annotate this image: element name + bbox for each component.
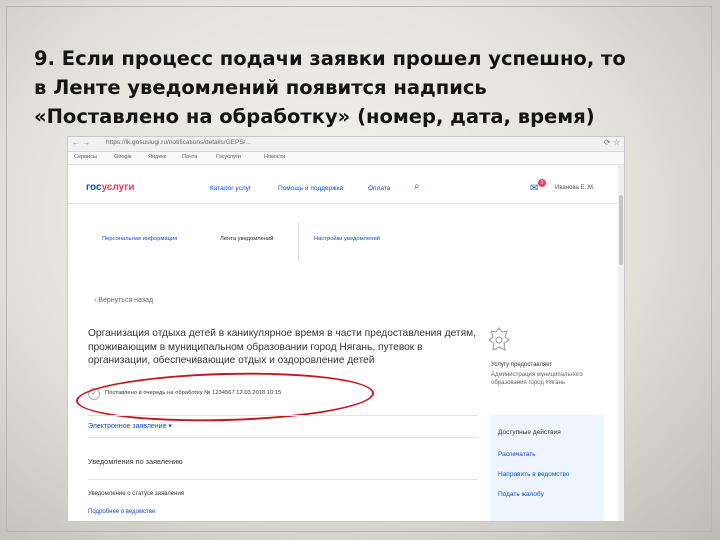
provider-name: Администрация муниципального образования…	[491, 372, 583, 386]
mail-badge: 3	[538, 179, 546, 187]
electronic-application-link[interactable]: Электронное заявление ▾	[88, 422, 172, 430]
highlight-ellipse	[75, 369, 375, 425]
heading-tail: (номер, дата, время)	[350, 105, 595, 128]
divider	[88, 479, 478, 480]
action-send[interactable]: Направить в ведомство	[498, 471, 570, 478]
bookmark-item[interactable]: Почта	[182, 154, 197, 160]
actions-panel: Доступные действия Распечатать Направить…	[490, 415, 604, 521]
service-title: Организация отдыха детей в каникулярное …	[88, 328, 476, 366]
tab-divider	[298, 222, 299, 262]
tab-notification-settings[interactable]: Настройки уведомлений	[314, 236, 380, 242]
scrollbar[interactable]	[618, 165, 624, 521]
action-print[interactable]: Распечатать	[498, 451, 536, 458]
site-logo[interactable]: госуслуги	[86, 182, 135, 193]
reload-icon[interactable]: ⟳ ☆	[604, 138, 620, 147]
application-notifications-heading[interactable]: Уведомления по заявлению	[88, 457, 183, 466]
logo-main: гос	[86, 182, 102, 193]
divider	[88, 437, 478, 438]
mail-icon[interactable]: ✉	[530, 183, 538, 194]
actions-title: Доступные действия	[498, 429, 561, 436]
divider	[88, 415, 478, 416]
heading-highlight: Поставлено на обработку	[46, 105, 338, 128]
search-icon[interactable]: ⌕	[414, 181, 420, 192]
heading-open-quote: «	[34, 105, 47, 128]
back-icon[interactable]: ← →	[72, 138, 90, 147]
bookmark-item[interactable]: Госуслуги	[216, 154, 241, 160]
back-link[interactable]: ‹ Вернуться назад	[94, 297, 153, 304]
nav-catalog[interactable]: Каталог услуг	[210, 185, 251, 192]
user-name[interactable]: Иванова Е. М.	[555, 185, 595, 191]
heading-line-2: в Ленте уведомлений появится надпись	[34, 76, 487, 99]
address-bar[interactable]: ← → https://lk.gosuslugi.ru/notification…	[68, 137, 624, 152]
browser-screenshot: ← → https://lk.gosuslugi.ru/notification…	[67, 136, 625, 522]
logo-accent: услуги	[101, 182, 135, 193]
bookmark-item[interactable]: Яндекс	[148, 154, 167, 160]
site-header: госуслуги Каталог услуг Помощь и поддерж…	[68, 165, 624, 204]
heading-line-1: 9. Если процесс подачи заявки прошел усп…	[34, 47, 626, 70]
slide-heading: 9. Если процесс подачи заявки прошел усп…	[34, 44, 694, 131]
provider-label: Услугу предоставляет	[491, 362, 553, 368]
agency-info-link[interactable]: Подробнее о ведомстве	[88, 509, 155, 515]
status-notification-item[interactable]: Уведомление о статусе заявления	[88, 491, 184, 497]
bookmark-item[interactable]: Сервисы	[74, 154, 97, 160]
heading-close-quote: »	[337, 105, 351, 128]
tab-notification-feed[interactable]: Лента уведомлений	[220, 236, 274, 242]
emblem-icon	[488, 327, 510, 351]
nav-payment[interactable]: Оплата	[368, 185, 390, 192]
nav-help[interactable]: Помощь и поддержка	[278, 185, 343, 192]
scroll-thumb[interactable]	[619, 195, 623, 265]
bookmark-item[interactable]: Google	[114, 154, 132, 160]
action-complaint[interactable]: Подать жалобу	[498, 491, 544, 498]
tab-personal-info[interactable]: Персональная информация	[102, 236, 177, 242]
url-text[interactable]: https://lk.gosuslugi.ru/notifications/de…	[106, 139, 251, 146]
bookmark-item[interactable]: Новости	[264, 154, 285, 160]
heading-line-3: «Поставлено на обработку» (номер, дата, …	[34, 102, 694, 131]
bookmarks-bar: Сервисы Google Яндекс Почта Госуслуги Но…	[68, 152, 624, 165]
